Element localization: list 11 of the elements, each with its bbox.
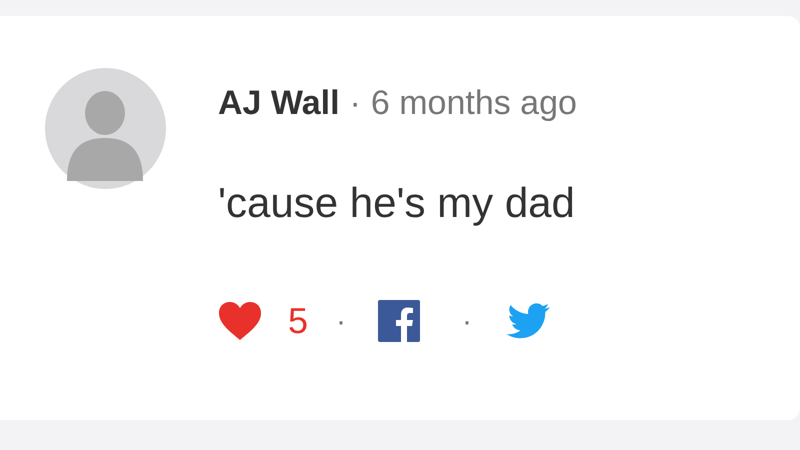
separator-dot: · <box>462 304 472 340</box>
separator-dot: · <box>336 304 346 340</box>
separator-dot: · <box>350 83 361 124</box>
avatar-icon <box>45 68 166 189</box>
bird-icon[interactable] <box>506 303 550 339</box>
comment-time: 6 months ago <box>370 83 577 124</box>
heart-icon[interactable] <box>218 301 262 341</box>
facebook-icon[interactable] <box>378 300 420 342</box>
comment-text: 'cause he's my dad <box>218 178 576 228</box>
like-count: 5 <box>288 299 308 343</box>
author-name[interactable]: AJ Wall <box>218 78 340 129</box>
